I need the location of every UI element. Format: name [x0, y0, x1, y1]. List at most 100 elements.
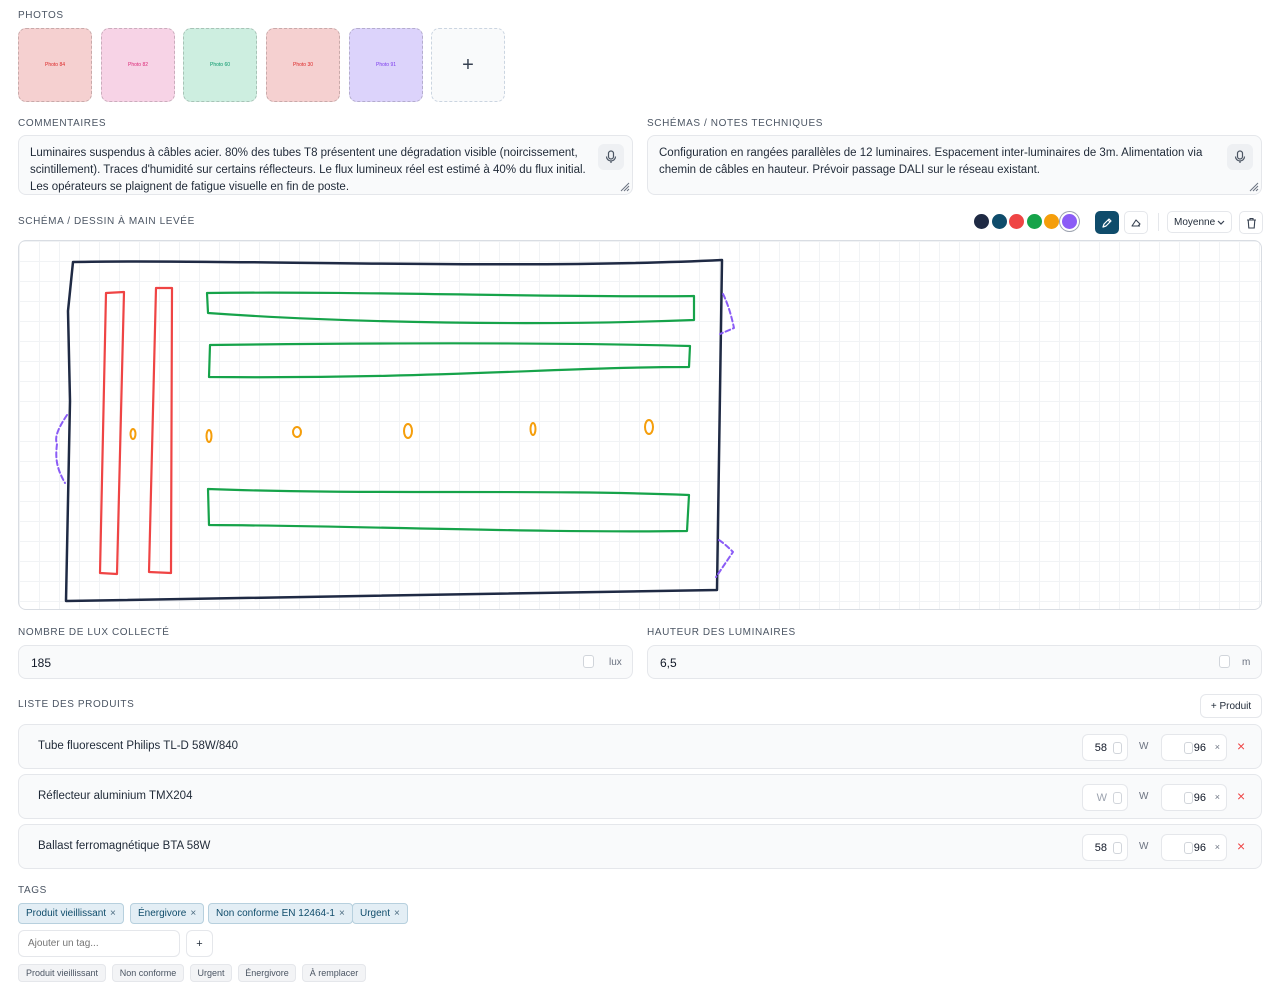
- color-swatch-orange[interactable]: [1044, 214, 1059, 229]
- photo-thumbnail[interactable]: Photo 60: [183, 28, 257, 102]
- tag-chip: Énergivore ×: [130, 903, 205, 924]
- hauteur-stepper[interactable]: [1219, 655, 1230, 668]
- product-qty-value: 96: [1193, 742, 1206, 754]
- remove-tag-button[interactable]: ×: [190, 908, 196, 919]
- lux-label: NOMBRE DE LUX COLLECTÉ: [18, 627, 170, 638]
- tag-chip: Urgent ×: [352, 903, 408, 924]
- purple-marks: [55, 293, 735, 578]
- power-stepper[interactable]: [1113, 792, 1122, 804]
- tag-chip: Produit vieillissant ×: [18, 903, 124, 924]
- power-stepper[interactable]: [1113, 842, 1122, 854]
- sketch-strokes: [55, 258, 735, 603]
- comments-textarea[interactable]: Luminaires suspendus à câbles acier. 80%…: [18, 135, 633, 195]
- photo-caption: Photo 91: [375, 62, 397, 68]
- tag-suggestion[interactable]: Énergivore: [238, 964, 296, 982]
- tag-suggestion[interactable]: Non conforme: [112, 964, 184, 982]
- tag-input[interactable]: [18, 930, 180, 957]
- tag-chip: Non conforme EN 12464-1 ×: [208, 903, 353, 924]
- hauteur-value: 6,5: [660, 656, 677, 670]
- product-name: Ballast ferromagnétique BTA 58W: [38, 840, 211, 852]
- qty-stepper[interactable]: [1184, 842, 1193, 854]
- qty-stepper[interactable]: [1184, 792, 1193, 804]
- product-qty-input[interactable]: 96 ×: [1161, 734, 1227, 761]
- color-swatch-purple[interactable]: [1062, 214, 1077, 229]
- microphone-icon: [605, 150, 617, 163]
- resize-grip-icon[interactable]: [1249, 182, 1259, 192]
- hauteur-input[interactable]: 6,5 m: [647, 645, 1262, 679]
- tag-label: Énergivore: [138, 908, 187, 919]
- eraser-tool-button[interactable]: [1124, 211, 1148, 234]
- product-qty-input[interactable]: 96 ×: [1161, 834, 1227, 861]
- product-power-value: 58: [1094, 742, 1107, 754]
- schemas-notes-label: SCHÉMAS / NOTES TECHNIQUES: [647, 118, 823, 129]
- color-swatch-navy[interactable]: [974, 214, 989, 229]
- lux-stepper[interactable]: [583, 655, 594, 668]
- plus-icon: +: [462, 53, 474, 76]
- power-unit: W: [1139, 791, 1149, 802]
- photo-thumbnail[interactable]: Photo 30: [266, 28, 340, 102]
- green-luminaire-stroke: [205, 291, 696, 325]
- pen-icon: [1102, 217, 1112, 228]
- comments-dictation-button[interactable]: [598, 144, 624, 170]
- product-power-input[interactable]: 58: [1082, 834, 1128, 861]
- lux-unit: lux: [609, 657, 622, 668]
- lux-value: 185: [31, 656, 52, 670]
- photo-caption: Photo 82: [127, 62, 149, 68]
- remove-tag-button[interactable]: ×: [339, 908, 345, 919]
- red-luminaire-stroke: [98, 290, 126, 576]
- tag-suggestion[interactable]: À remplacer: [302, 964, 366, 982]
- add-photo-button[interactable]: +: [431, 28, 505, 102]
- remove-tag-button[interactable]: ×: [394, 908, 400, 919]
- product-name: Réflecteur aluminium TMX204: [38, 790, 193, 802]
- green-luminaire-stroke: [206, 487, 691, 533]
- color-swatch-red[interactable]: [1009, 214, 1024, 229]
- schemas-notes-textarea[interactable]: Configuration en rangées parallèles de 1…: [647, 135, 1262, 195]
- power-unit: W: [1139, 741, 1149, 752]
- tag-suggestion[interactable]: Produit vieillissant: [18, 964, 106, 982]
- color-swatch-green[interactable]: [1027, 214, 1042, 229]
- photo-thumbnail[interactable]: Photo 82: [101, 28, 175, 102]
- photo-caption: Photo 30: [292, 62, 314, 68]
- photo-thumbnail[interactable]: Photo 91: [349, 28, 423, 102]
- times-sign: ×: [1214, 842, 1220, 852]
- product-power-input[interactable]: W: [1082, 784, 1128, 811]
- tag-suggestion[interactable]: Urgent: [190, 964, 232, 982]
- tag-label: Urgent: [360, 908, 391, 919]
- product-row: Tube fluorescent Philips TL-D 58W/840 58…: [18, 724, 1262, 769]
- product-qty-input[interactable]: 96 ×: [1161, 784, 1227, 811]
- clear-drawing-button[interactable]: [1239, 211, 1263, 234]
- color-swatch-teal[interactable]: [992, 214, 1007, 229]
- delete-product-button[interactable]: ×: [1237, 738, 1245, 754]
- photo-caption: Photo 60: [209, 62, 231, 68]
- product-power-input[interactable]: 58: [1082, 734, 1128, 761]
- drawing-label: SCHÉMA / DESSIN À MAIN LEVÉE: [18, 216, 195, 227]
- delete-product-button[interactable]: ×: [1237, 788, 1245, 804]
- schemas-dictation-button[interactable]: [1227, 144, 1253, 170]
- trash-icon: [1246, 217, 1256, 229]
- product-row: Réflecteur aluminium TMX204 W W 96 × ×: [18, 774, 1262, 819]
- times-sign: ×: [1214, 742, 1220, 752]
- thickness-select[interactable]: Moyenne: [1167, 211, 1232, 233]
- add-product-button[interactable]: + Produit: [1200, 694, 1262, 718]
- power-stepper[interactable]: [1113, 742, 1122, 754]
- add-tag-button[interactable]: +: [186, 930, 213, 957]
- product-power-placeholder: W: [1096, 792, 1107, 804]
- hauteur-label: HAUTEUR DES LUMINAIRES: [647, 627, 796, 638]
- remove-tag-button[interactable]: ×: [110, 908, 116, 919]
- lux-input[interactable]: 185 lux: [18, 645, 633, 679]
- delete-product-button[interactable]: ×: [1237, 838, 1245, 854]
- drawing-canvas[interactable]: [18, 240, 1262, 610]
- product-qty-value: 96: [1193, 842, 1206, 854]
- thickness-value: Moyenne: [1174, 217, 1216, 228]
- chevron-down-icon: [1217, 220, 1225, 225]
- pen-tool-button[interactable]: [1095, 211, 1119, 234]
- photo-thumbnail[interactable]: Photo 84: [18, 28, 92, 102]
- tags-label: TAGS: [18, 885, 47, 896]
- red-luminaire-stroke: [147, 286, 174, 575]
- qty-stepper[interactable]: [1184, 742, 1193, 754]
- tag-label: Produit vieillissant: [26, 908, 107, 919]
- products-label: LISTE DES PRODUITS: [18, 699, 135, 710]
- product-qty-value: 96: [1193, 792, 1206, 804]
- resize-grip-icon[interactable]: [620, 182, 630, 192]
- product-name: Tube fluorescent Philips TL-D 58W/840: [38, 740, 239, 752]
